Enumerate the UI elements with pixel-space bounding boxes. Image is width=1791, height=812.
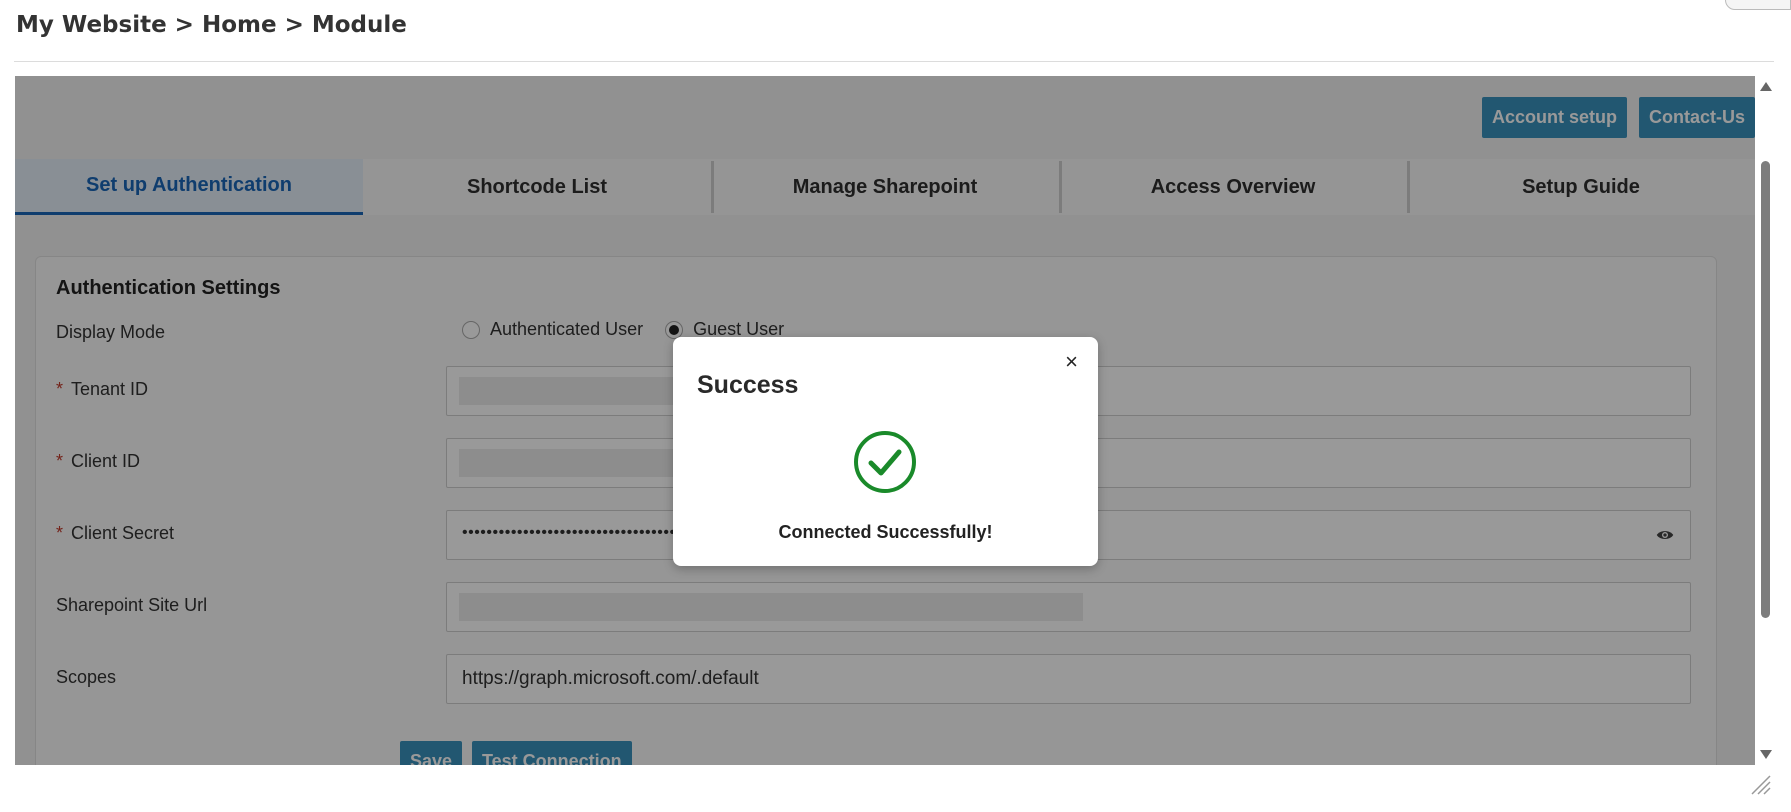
modal-message: Connected Successfully!	[778, 522, 993, 542]
header-divider	[14, 61, 1774, 62]
modal-title: Success	[697, 371, 799, 399]
resize-handle-icon[interactable]	[1748, 772, 1772, 796]
vertical-scrollbar[interactable]	[1757, 76, 1775, 765]
scroll-up-arrow-icon[interactable]	[1760, 82, 1772, 91]
scroll-down-arrow-icon[interactable]	[1760, 750, 1772, 759]
close-icon[interactable]: ×	[1065, 349, 1078, 375]
scrollbar-thumb[interactable]	[1761, 161, 1770, 618]
check-circle-icon	[854, 431, 916, 493]
success-modal: Success × Connected Successfully!	[673, 337, 1098, 566]
window-corner-control[interactable]	[1725, 0, 1791, 10]
breadcrumb: My Website > Home > Module	[16, 12, 407, 38]
